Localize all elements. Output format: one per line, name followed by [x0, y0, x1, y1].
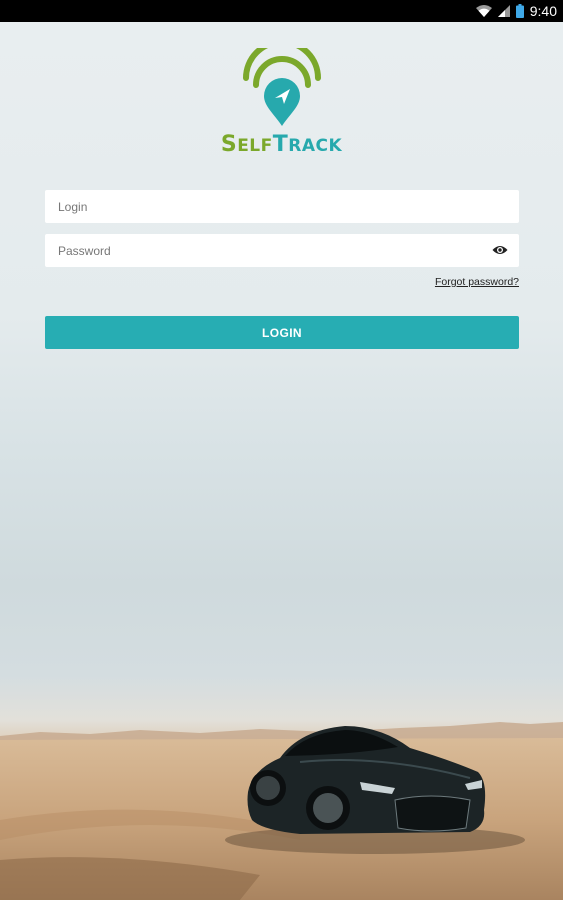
- forgot-password-link[interactable]: Forgot password?: [435, 276, 519, 288]
- password-field[interactable]: [45, 234, 519, 267]
- battery-icon: [515, 4, 524, 18]
- status-bar: 9:40: [0, 0, 563, 22]
- brand-name: SELFTRACK: [221, 132, 342, 157]
- login-field[interactable]: [45, 190, 519, 223]
- eye-icon[interactable]: [492, 243, 508, 262]
- status-time: 9:40: [529, 3, 557, 19]
- sports-car-desert-image: [0, 722, 563, 900]
- password-input[interactable]: [58, 243, 506, 258]
- signal-icon: [497, 5, 510, 17]
- login-button[interactable]: LOGIN: [45, 316, 519, 349]
- brand-self: SELF: [220, 132, 273, 157]
- login-input[interactable]: [58, 199, 506, 214]
- location-pin-wifi-icon: [242, 48, 321, 126]
- brand-track: TRACK: [272, 132, 343, 157]
- app-logo: SELFTRACK: [0, 48, 563, 157]
- wifi-icon: [475, 5, 492, 17]
